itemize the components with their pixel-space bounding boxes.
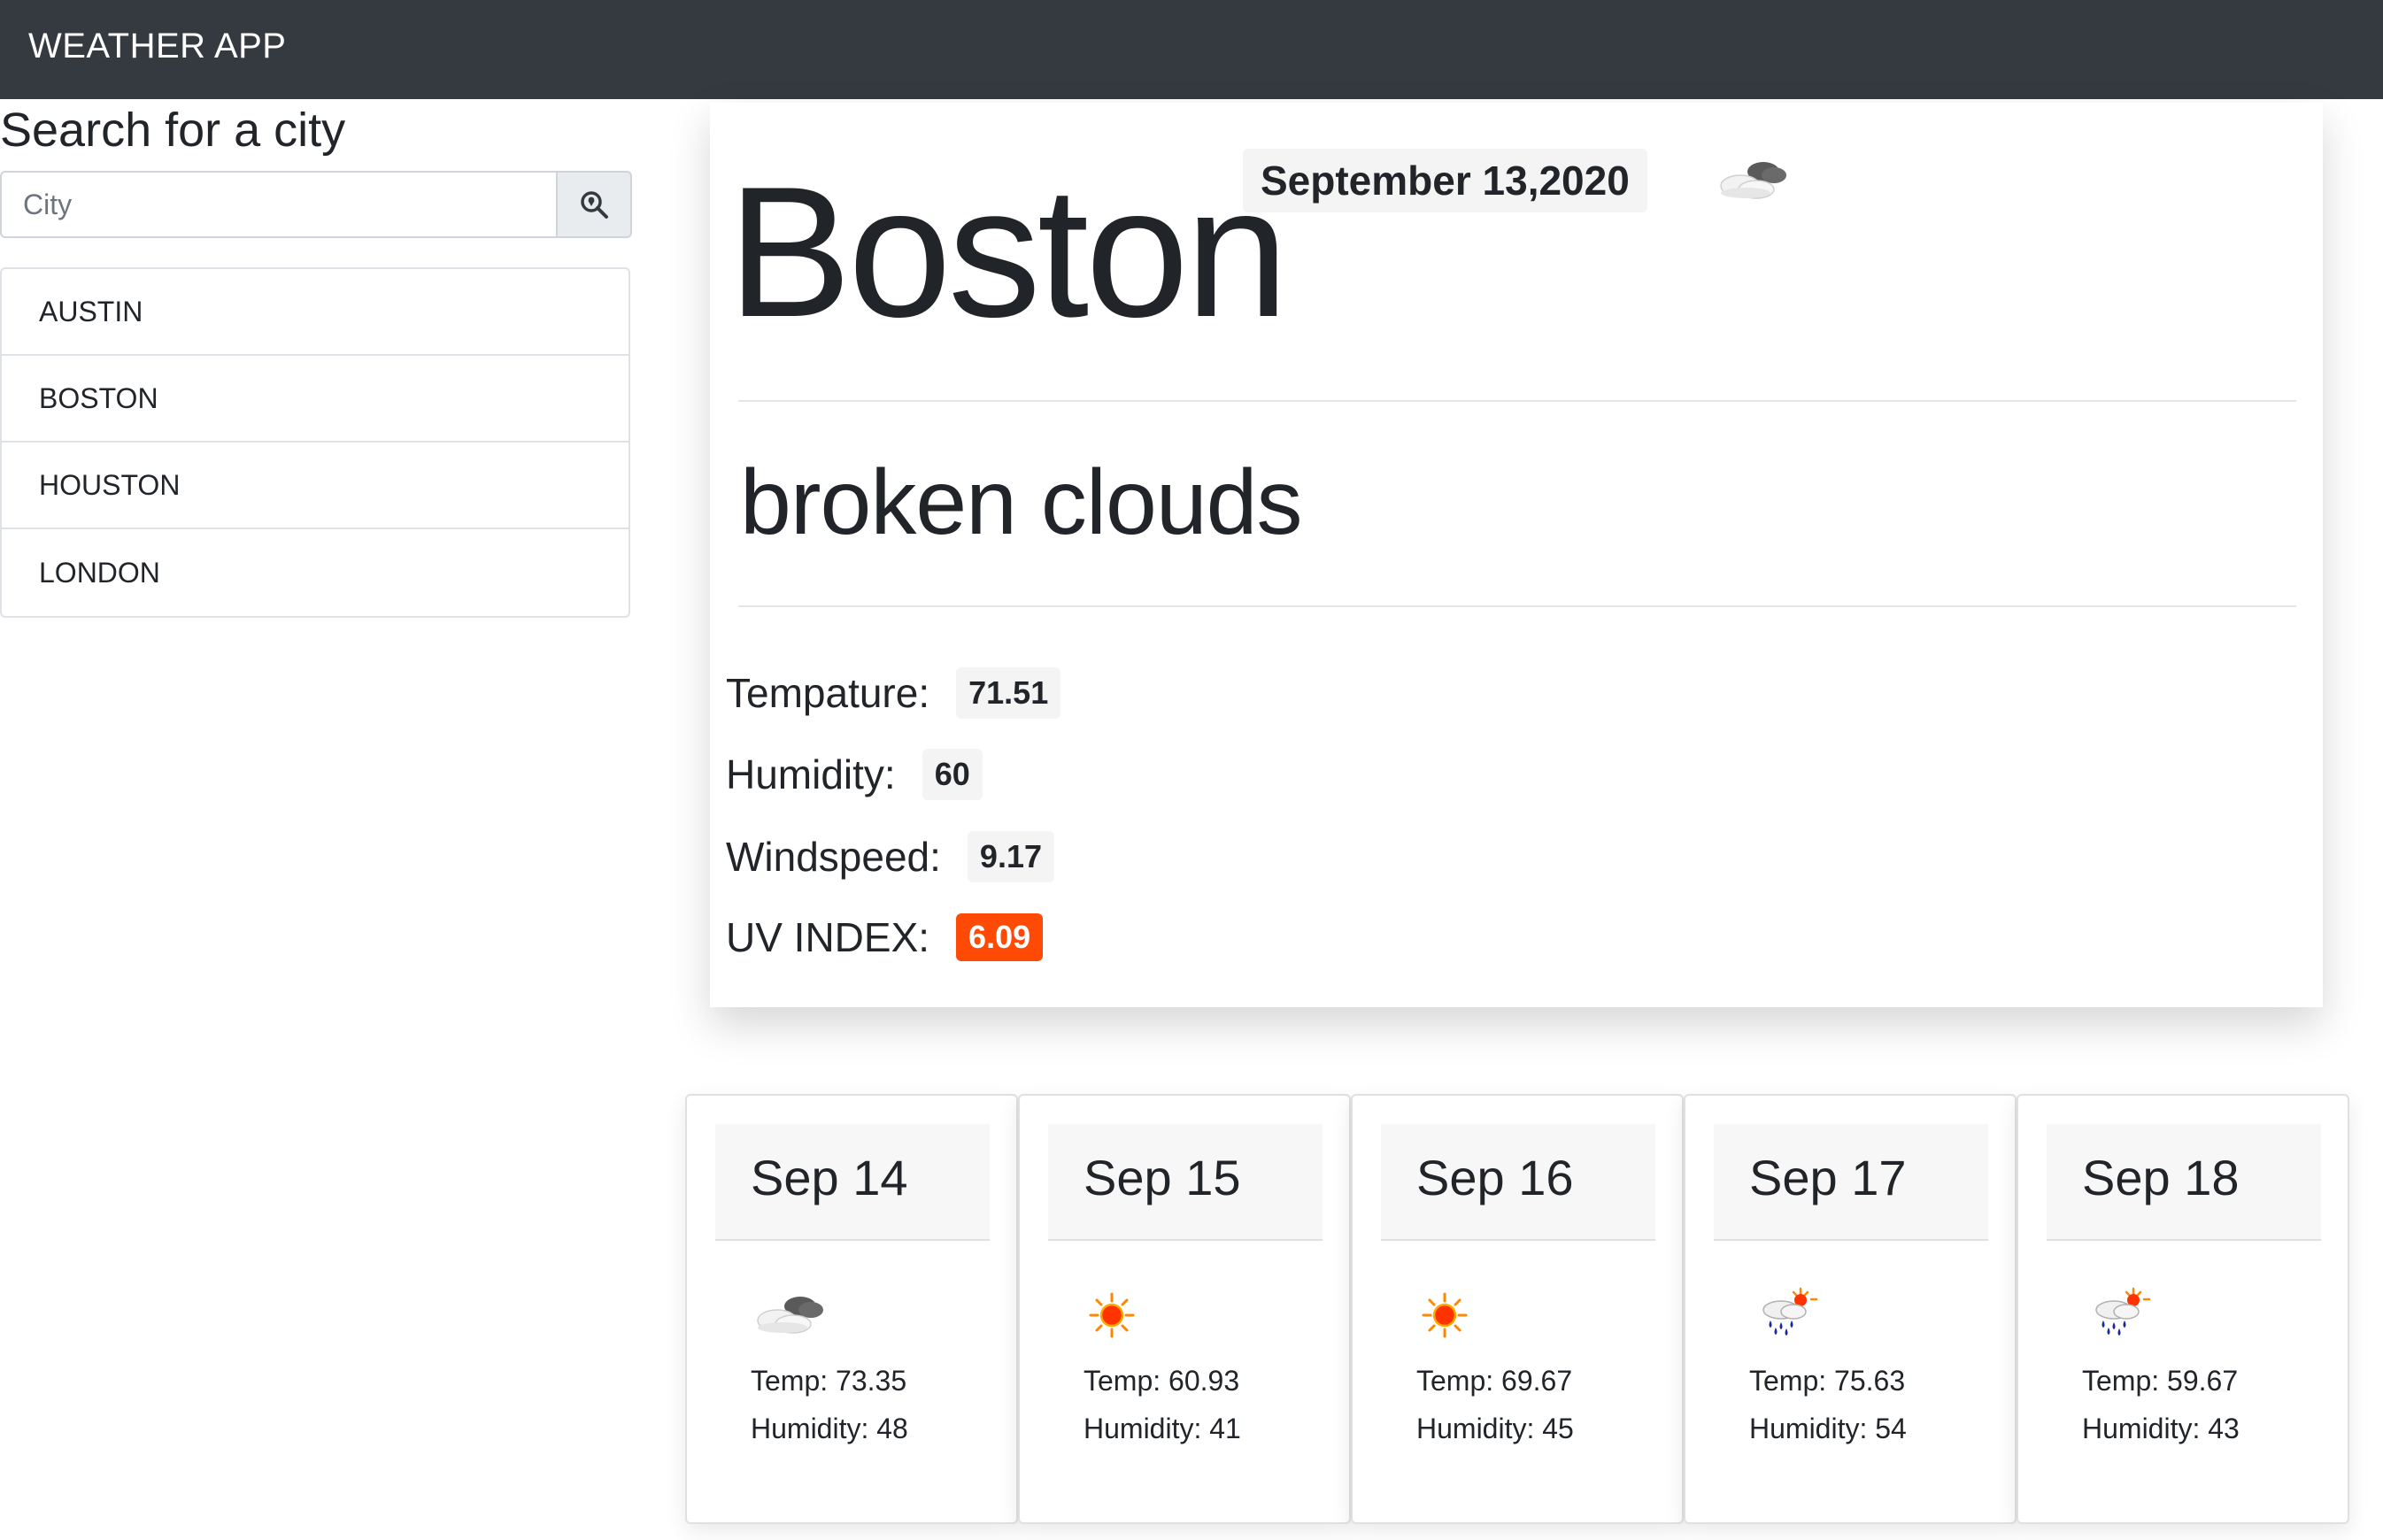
rain-sun-icon xyxy=(1749,1287,1829,1344)
uv-index-row: UV INDEX: 6.09 xyxy=(726,913,1044,961)
temperature-value: 71.51 xyxy=(956,667,1061,719)
city-item-boston[interactable]: BOSTON xyxy=(2,356,629,443)
forecast-temp: Temp: 59.67 xyxy=(2082,1365,2239,1397)
forecast-date: Sep 16 xyxy=(1416,1150,1574,1205)
windspeed-value: 9.17 xyxy=(967,831,1054,882)
forecast-temp: Temp: 60.93 xyxy=(1084,1365,1240,1397)
forecast-date: Sep 15 xyxy=(1084,1150,1241,1205)
app-title[interactable]: WEATHER APP xyxy=(28,27,286,66)
forecast-card-sep-18: Sep 18 Temp: 59.67 Humidity: 43 xyxy=(2017,1094,2349,1524)
city-item-london[interactable]: LONDON xyxy=(2,529,629,616)
navbar: WEATHER APP xyxy=(0,0,2383,99)
sun-icon xyxy=(1416,1287,1496,1344)
city-item-houston[interactable]: HOUSTON xyxy=(2,443,629,529)
city-history-list: AUSTIN BOSTON HOUSTON LONDON xyxy=(0,267,630,618)
forecast-header: Sep 16 xyxy=(1381,1124,1655,1241)
forecast-header: Sep 15 xyxy=(1048,1124,1323,1241)
forecast-humidity: Humidity: 54 xyxy=(1749,1413,1907,1444)
rain-sun-icon xyxy=(2082,1287,2162,1344)
weather-description: broken clouds xyxy=(740,451,1303,554)
search-location-icon xyxy=(581,191,608,219)
current-city-name: Boston xyxy=(728,148,1289,356)
forecast-card-sep-17: Sep 17 Temp: 75.63 Humidity: 54 xyxy=(1684,1094,2017,1524)
forecast-temp: Temp: 73.35 xyxy=(751,1365,907,1397)
divider xyxy=(738,605,2296,607)
forecast-header: Sep 14 xyxy=(715,1124,990,1241)
current-weather-card: Boston September 13,2020 broken clouds T… xyxy=(710,103,2323,1007)
temperature-row: Tempature: 71.51 xyxy=(726,667,1061,719)
forecast-header: Sep 18 xyxy=(2047,1124,2321,1241)
humidity-label: Humidity: xyxy=(726,751,896,797)
sun-icon xyxy=(1084,1287,1163,1344)
forecast-card-sep-14: Sep 14 Temp: 73.35 Humidity: 48 xyxy=(685,1094,1018,1524)
humidity-value: 60 xyxy=(922,749,983,800)
forecast-humidity: Humidity: 41 xyxy=(1084,1413,1241,1444)
broken-clouds-icon xyxy=(751,1287,830,1344)
search-heading: Search for a city xyxy=(0,104,346,157)
forecast-date: Sep 14 xyxy=(751,1150,908,1205)
forecast-card-sep-16: Sep 16 Temp: 69.67 Humidity: 45 xyxy=(1351,1094,1684,1524)
search-button[interactable] xyxy=(556,171,632,238)
uv-index-badge: 6.09 xyxy=(956,913,1044,961)
humidity-row: Humidity: 60 xyxy=(726,749,983,800)
search-group xyxy=(0,171,632,238)
forecast-humidity: Humidity: 48 xyxy=(751,1413,908,1444)
forecast-humidity: Humidity: 43 xyxy=(2082,1413,2240,1444)
city-item-austin[interactable]: AUSTIN xyxy=(2,269,629,356)
city-search-input[interactable] xyxy=(0,171,558,238)
divider xyxy=(738,400,2296,402)
windspeed-label: Windspeed: xyxy=(726,834,941,880)
uv-index-label: UV INDEX: xyxy=(726,914,930,960)
temperature-label: Tempature: xyxy=(726,670,930,716)
forecast-temp: Temp: 75.63 xyxy=(1749,1365,1906,1397)
forecast-temp: Temp: 69.67 xyxy=(1416,1365,1573,1397)
broken-clouds-icon xyxy=(1714,152,1793,210)
forecast-date: Sep 17 xyxy=(1749,1150,1907,1205)
forecast-card-sep-15: Sep 15 Temp: 60.93 Humidity: 41 xyxy=(1018,1094,1351,1524)
forecast-humidity: Humidity: 45 xyxy=(1416,1413,1574,1444)
forecast-header: Sep 17 xyxy=(1714,1124,1988,1241)
current-date-badge: September 13,2020 xyxy=(1243,149,1647,212)
windspeed-row: Windspeed: 9.17 xyxy=(726,831,1054,882)
forecast-date: Sep 18 xyxy=(2082,1150,2240,1205)
